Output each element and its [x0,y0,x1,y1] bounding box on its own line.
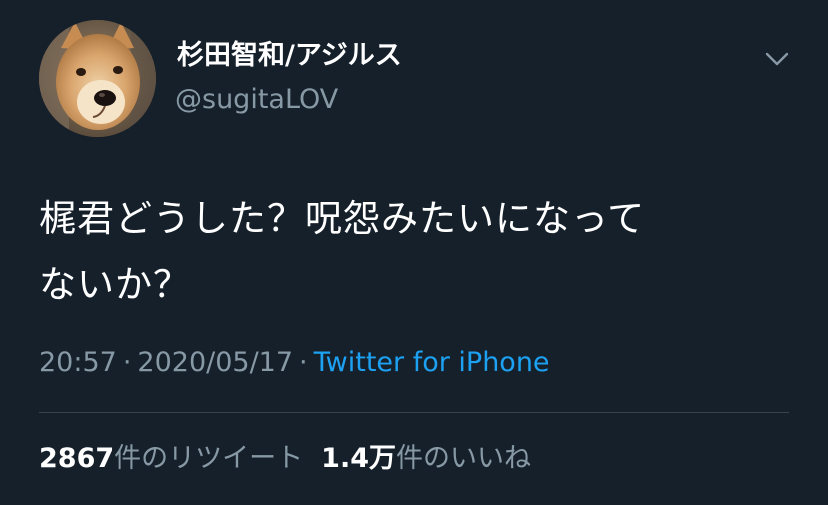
divider [39,412,789,413]
like-label: 件のいいね [396,443,531,474]
separator: · [122,347,132,378]
tweet-text-line: 梶君どうした？呪怨みたいになって [39,197,646,240]
tweet-time[interactable]: 20:57 [39,347,117,378]
avatar[interactable] [39,20,156,137]
author-display-name[interactable]: 杉田智和/アジルス [177,36,402,76]
tweet-card: 杉田智和/アジルス @sugitaLOV 梶君どうした？呪怨みたいになって ない… [0,0,828,505]
retweet-label: 件のリツイート [114,443,304,474]
tweet-text: 梶君どうした？呪怨みたいになって ないか？ [39,186,799,318]
author-handle[interactable]: @sugitaLOV [175,80,338,120]
retweet-count-link[interactable]: 2867件のリツイート [39,443,303,474]
chevron-down-icon[interactable] [762,44,792,74]
tweet-date[interactable]: 2020/05/17 [137,347,293,378]
retweet-count: 2867 [39,443,115,474]
tweet-text-line: ないか？ [39,263,191,306]
tweet-source-link[interactable]: Twitter for iPhone [314,347,550,378]
engagement-stats: 2867件のリツイート 1.4万件のいいね [39,439,549,479]
separator: · [299,347,308,378]
like-count: 1.4万 [321,443,396,474]
like-count-link[interactable]: 1.4万件のいいね [321,443,531,474]
dog-avatar-icon [39,20,156,137]
tweet-metadata: 20:57 · 2020/05/17 · Twitter for iPhone [39,343,550,383]
